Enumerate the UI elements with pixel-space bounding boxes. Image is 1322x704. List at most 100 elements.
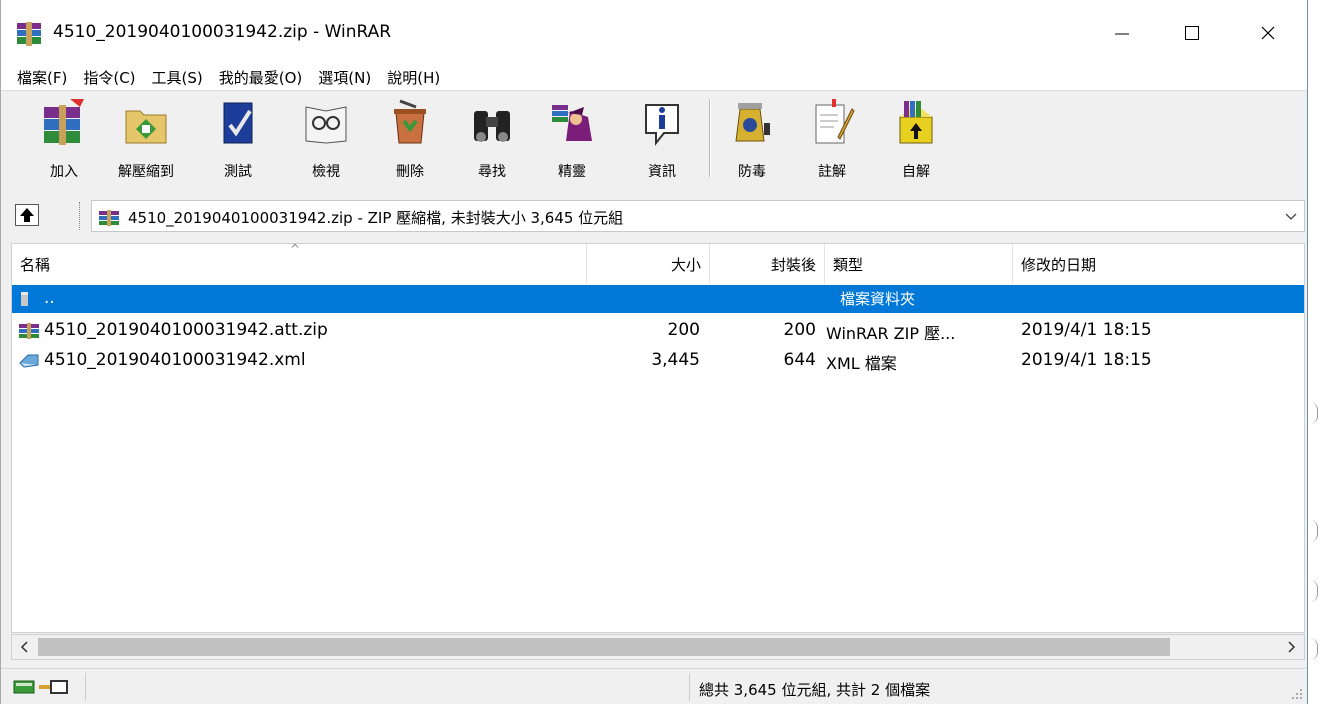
xml-file-icon	[19, 354, 39, 368]
edge-decoration	[1310, 520, 1318, 542]
row-size: 200	[667, 320, 700, 340]
add-button[interactable]: 加入	[29, 97, 99, 183]
column-header: 名稱 ^ 大小 封裝後 類型 修改的日期	[12, 242, 1304, 284]
wizard-label: 精靈	[558, 164, 586, 180]
folder-up-icon	[21, 292, 28, 306]
address-bar: 4510_2019040100031942.zip - ZIP 壓縮檔, 未封裝…	[1, 196, 1307, 236]
virus-scan-label: 防毒	[738, 164, 766, 180]
column-type-label: 類型	[833, 256, 864, 274]
wizard-button[interactable]: 精靈	[537, 97, 607, 183]
horizontal-scrollbar[interactable]	[11, 634, 1305, 660]
table-row[interactable]: .. 檔案資料夾	[12, 285, 1304, 313]
row-name: 4510_2019040100031942.xml	[44, 350, 306, 370]
chevron-left-icon	[20, 641, 28, 653]
row-packed: 644	[783, 350, 816, 370]
row-type: 檔案資料夾	[840, 290, 916, 308]
column-name-label: 名稱	[20, 256, 51, 274]
toolbar: 加入 解壓縮到 測試 檢視 刪除 尋找 精靈 資訊 防毒 註解 自解	[1, 90, 1307, 188]
row-name: 4510_2019040100031942.att.zip	[44, 320, 328, 340]
info-icon	[645, 104, 679, 146]
sfx-button[interactable]: 自解	[881, 97, 951, 183]
test-button[interactable]: 測試	[203, 97, 273, 183]
status-text: 總共 3,645 位元組, 共計 2 個檔案	[699, 681, 931, 699]
zip-archive-icon	[99, 210, 119, 226]
menu-commands[interactable]: 指令(C)	[83, 67, 135, 88]
close-button[interactable]	[1245, 10, 1291, 56]
wizard-icon	[552, 105, 592, 141]
status-separator	[689, 673, 691, 701]
virus-scan-button[interactable]: 防毒	[717, 97, 787, 183]
status-separator	[85, 673, 87, 701]
menu-help[interactable]: 說明(H)	[387, 67, 440, 88]
delete-button[interactable]: 刪除	[375, 97, 445, 183]
column-size[interactable]: 大小	[587, 244, 710, 284]
column-modified-label: 修改的日期	[1021, 256, 1097, 274]
background-window-edge	[1308, 0, 1322, 704]
scroll-left-button[interactable]	[12, 635, 38, 659]
address-field[interactable]: 4510_2019040100031942.zip - ZIP 壓縮檔, 未封裝…	[91, 200, 1305, 232]
view-label: 檢視	[312, 164, 340, 180]
address-separator	[79, 202, 81, 230]
comment-label: 註解	[818, 164, 846, 180]
minimize-icon	[1115, 33, 1129, 35]
row-name: ..	[44, 288, 55, 308]
delete-label: 刪除	[396, 164, 424, 180]
winrar-window: 4510_2019040100031942.zip - WinRAR 檔案(F)…	[0, 0, 1308, 704]
window-title: 4510_2019040100031942.zip - WinRAR	[53, 22, 392, 42]
address-text: 4510_2019040100031942.zip - ZIP 壓縮檔, 未封裝…	[128, 209, 624, 227]
row-modified: 2019/4/1 18:15	[1021, 320, 1152, 340]
column-modified[interactable]: 修改的日期	[1013, 244, 1304, 284]
file-list: 名稱 ^ 大小 封裝後 類型 修改的日期 .. 檔案資料夾 4510_20190…	[11, 242, 1305, 633]
scroll-thumb[interactable]	[38, 638, 1170, 656]
menu-file[interactable]: 檔案(F)	[17, 67, 67, 88]
test-label: 測試	[224, 164, 252, 180]
comment-icon	[815, 99, 855, 144]
info-button[interactable]: 資訊	[627, 97, 697, 183]
add-label: 加入	[50, 164, 78, 180]
zip-archive-icon	[19, 323, 39, 339]
edge-decoration	[1310, 402, 1318, 424]
up-folder-button[interactable]	[15, 204, 39, 226]
chevron-down-icon[interactable]	[1284, 209, 1298, 223]
menu-favorites[interactable]: 我的最愛(O)	[219, 67, 303, 88]
table-row[interactable]: 4510_2019040100031942.xml 3,445 644 XML …	[12, 346, 1304, 376]
test-icon	[223, 102, 253, 144]
find-button[interactable]: 尋找	[457, 97, 527, 183]
column-size-label: 大小	[670, 256, 701, 274]
row-type: WinRAR ZIP 壓...	[826, 324, 956, 343]
title-bar: 4510_2019040100031942.zip - WinRAR	[1, 0, 1307, 64]
extract-to-label: 解壓縮到	[118, 164, 174, 180]
row-size: 3,445	[651, 350, 700, 370]
menu-options[interactable]: 選項(N)	[318, 67, 371, 88]
add-archive-icon	[44, 99, 84, 145]
scroll-right-button[interactable]	[1278, 635, 1304, 659]
maximize-button[interactable]	[1169, 10, 1215, 56]
winrar-books-icon	[17, 22, 41, 46]
chevron-right-icon	[1288, 641, 1296, 653]
view-button[interactable]: 檢視	[291, 97, 361, 183]
status-bar: 總共 3,645 位元組, 共計 2 個檔案	[1, 668, 1307, 704]
menu-tools[interactable]: 工具(S)	[152, 67, 203, 88]
edge-decoration	[1310, 638, 1318, 660]
minimize-button[interactable]	[1099, 10, 1145, 56]
drive-key-icon	[13, 680, 68, 694]
edge-decoration	[1310, 580, 1318, 602]
virus-scan-icon	[735, 103, 770, 142]
extract-to-button[interactable]: 解壓縮到	[111, 97, 181, 183]
row-packed: 200	[783, 320, 816, 340]
resize-grip-icon[interactable]	[1291, 688, 1303, 700]
close-icon	[1261, 26, 1275, 40]
column-packed-label: 封裝後	[770, 256, 816, 274]
column-packed[interactable]: 封裝後	[710, 244, 825, 284]
column-name[interactable]: 名稱 ^	[12, 242, 587, 284]
row-type: XML 檔案	[826, 354, 897, 373]
sfx-icon	[899, 101, 933, 144]
info-label: 資訊	[648, 164, 676, 180]
maximize-icon	[1185, 26, 1199, 40]
view-icon	[305, 106, 347, 144]
sort-ascending-icon: ^	[290, 242, 301, 256]
column-type[interactable]: 類型	[825, 244, 1013, 284]
table-row[interactable]: 4510_2019040100031942.att.zip 200 200 Wi…	[12, 316, 1304, 346]
comment-button[interactable]: 註解	[797, 97, 867, 183]
sfx-label: 自解	[902, 164, 930, 180]
